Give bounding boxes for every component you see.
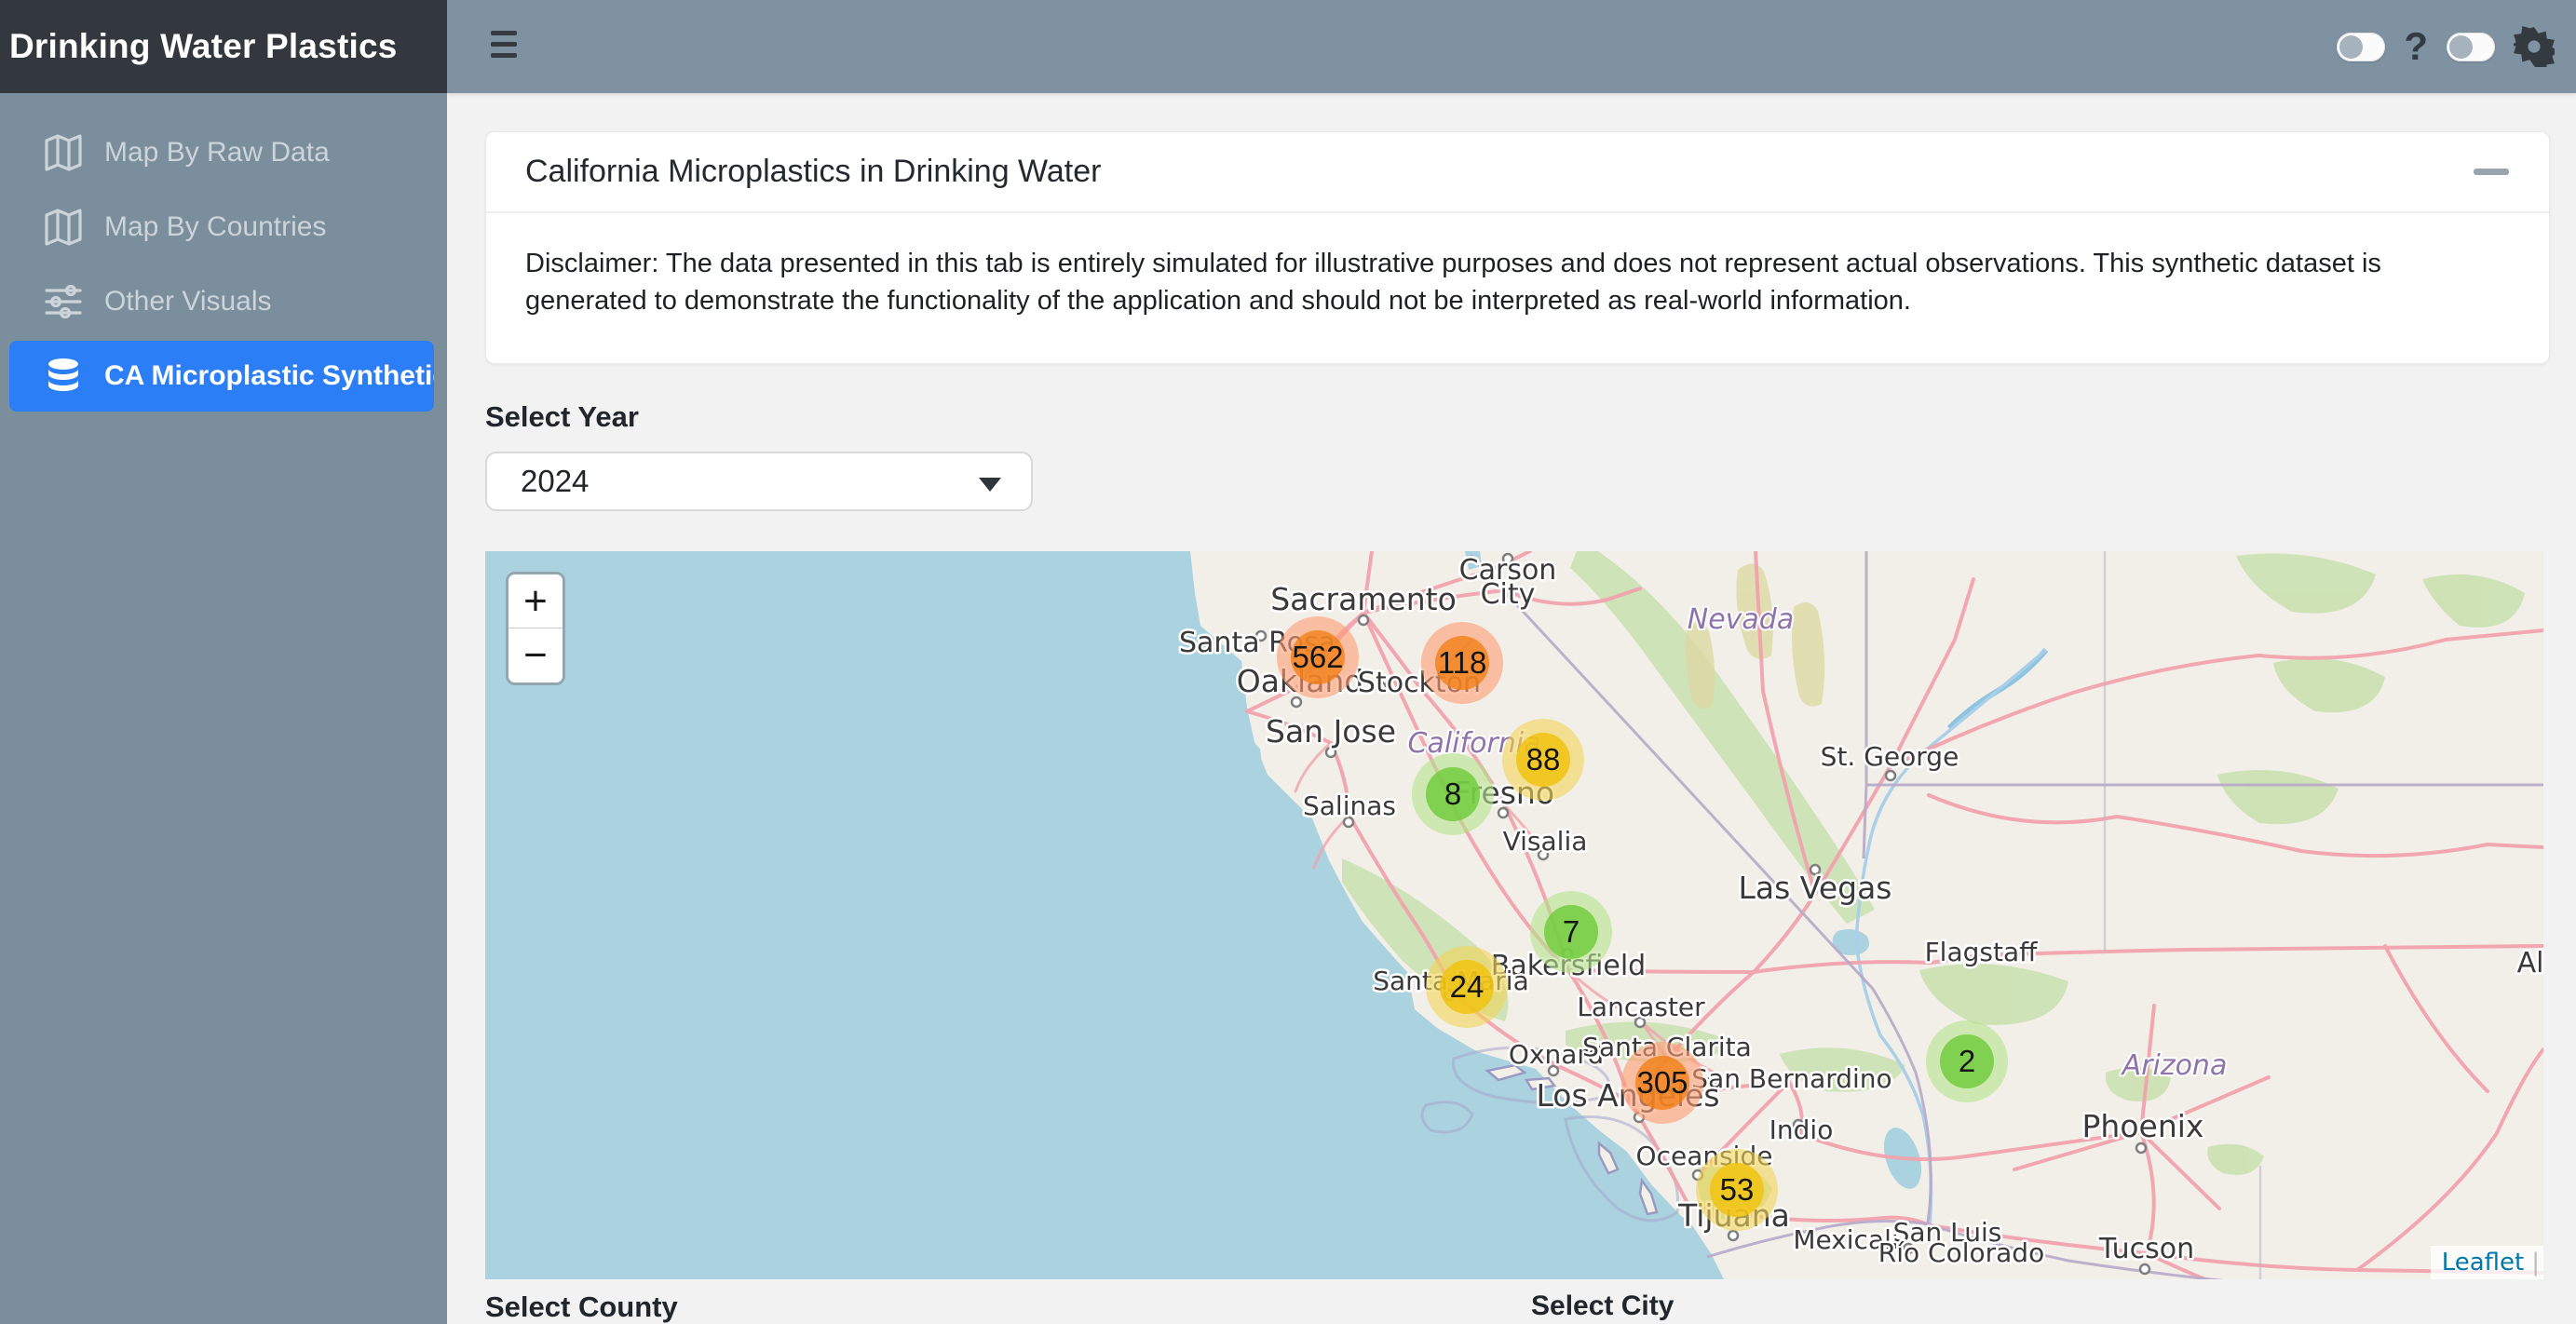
cluster-count: 2 [1940, 1034, 1994, 1088]
cluster-marker[interactable]: 305 [1621, 1042, 1703, 1124]
map-place-label: Las Vegas [1739, 870, 1892, 906]
attribution-separator: | [2524, 1249, 2540, 1277]
app-brand: Drinking Water Plastics [0, 0, 447, 93]
leaflet-link[interactable]: Leaflet [2442, 1249, 2525, 1277]
sidebar-item-map-by-raw-data[interactable]: Map By Raw Data [9, 117, 434, 188]
map-place-label: Flagstaff [1925, 937, 2039, 967]
sliders-icon [43, 281, 84, 322]
sidebar-toggle-icon[interactable] [491, 31, 517, 58]
sidebar: Map By Raw Data Map By Countries Other V… [0, 93, 447, 1324]
city-dot [2136, 1143, 2146, 1153]
zoom-in-button[interactable]: + [508, 574, 563, 628]
cluster-marker[interactable]: 24 [1426, 946, 1508, 1028]
sidebar-item-label: Other Visuals [104, 286, 272, 317]
cluster-marker[interactable]: 53 [1696, 1149, 1778, 1231]
disclaimer-text: Disclaimer: The data presented in this t… [486, 213, 2549, 351]
map-place-label: Indio [1769, 1115, 1834, 1145]
database-icon [43, 356, 84, 397]
year-select-value: 2024 [521, 464, 589, 499]
cluster-count: 7 [1544, 905, 1598, 959]
gear-icon[interactable] [2514, 26, 2555, 67]
map-place-label: Nevada [1688, 603, 1794, 636]
card-header: California Microplastics in Drinking Wat… [486, 132, 2549, 213]
minus-icon [2474, 169, 2509, 175]
sidebar-item-other-visuals[interactable]: Other Visuals [9, 266, 434, 337]
zoom-out-button[interactable]: − [508, 628, 563, 682]
map-place-label: San Bernardino [1691, 1063, 1891, 1094]
map-zoom-control: + − [506, 572, 565, 685]
cluster-marker[interactable]: 118 [1421, 622, 1503, 704]
cluster-marker[interactable]: 7 [1530, 891, 1612, 973]
cluster-marker[interactable]: 8 [1412, 753, 1494, 835]
city-dot [2140, 1264, 2149, 1274]
map-place-label: Visalia [1503, 826, 1588, 857]
map-place-label: Tucson [2098, 1233, 2194, 1265]
collapse-button[interactable] [2473, 154, 2510, 191]
map-place-label: San Jose [1266, 713, 1396, 750]
cluster-count: 305 [1635, 1056, 1689, 1110]
cluster-count: 118 [1435, 636, 1489, 690]
cluster-marker[interactable]: 2 [1926, 1020, 2008, 1102]
display-toggle-switch[interactable] [2447, 33, 2495, 61]
cluster-count: 88 [1516, 733, 1570, 787]
chevron-down-icon [979, 478, 1001, 492]
map-place-label: Al [2517, 947, 2543, 979]
cluster-count: 24 [1440, 960, 1494, 1014]
map[interactable]: SacramentoCarsonCitySanta RosaOaklandSto… [485, 551, 2543, 1279]
map-place-label: Sacramento [1270, 581, 1457, 617]
map-attribution: Leaflet| [2431, 1246, 2543, 1279]
theme-toggle-switch[interactable] [2337, 33, 2385, 61]
year-select-dropdown[interactable]: 2024 [485, 452, 1033, 511]
sidebar-item-label: Map By Countries [104, 211, 326, 243]
map-place-label: Arizona [2121, 1049, 2228, 1082]
select-county-label: Select County [485, 1290, 678, 1324]
map-place-label: Lancaster [1577, 992, 1705, 1022]
disclaimer-card: California Microplastics in Drinking Wat… [485, 131, 2550, 364]
map-place-label: St. George [1821, 741, 1959, 772]
cluster-count: 562 [1291, 630, 1345, 684]
help-icon[interactable]: ? [2404, 27, 2428, 66]
sidebar-item-label: CA Microplastic Synthetic Data [104, 360, 434, 392]
select-year-label: Select Year [485, 400, 639, 434]
cluster-count: 53 [1710, 1163, 1764, 1217]
card-title: California Microplastics in Drinking Wat… [525, 154, 1101, 190]
cluster-marker[interactable]: 88 [1502, 719, 1584, 801]
sidebar-item-map-by-countries[interactable]: Map By Countries [9, 192, 434, 263]
cluster-count: 8 [1426, 767, 1480, 821]
map-place-label: Phoenix [2082, 1108, 2204, 1144]
map-place-label: City [1481, 578, 1536, 611]
map-icon [43, 207, 84, 248]
map-icon [43, 132, 84, 173]
select-city-label: Select City [1531, 1290, 1674, 1322]
city-dot [1886, 771, 1895, 780]
map-place-label: Río Colorado [1878, 1237, 2044, 1268]
top-navbar: ? [447, 0, 2576, 93]
toggle-knob [2449, 35, 2473, 59]
map-canvas: SacramentoCarsonCitySanta RosaOaklandSto… [485, 551, 2543, 1279]
sidebar-item-label: Map By Raw Data [104, 137, 330, 169]
sidebar-item-ca-microplastic-synthetic-data[interactable]: CA Microplastic Synthetic Data [9, 341, 434, 412]
map-place-label: Salinas [1303, 790, 1396, 821]
cluster-marker[interactable]: 562 [1277, 616, 1359, 698]
toggle-knob [2339, 35, 2363, 59]
